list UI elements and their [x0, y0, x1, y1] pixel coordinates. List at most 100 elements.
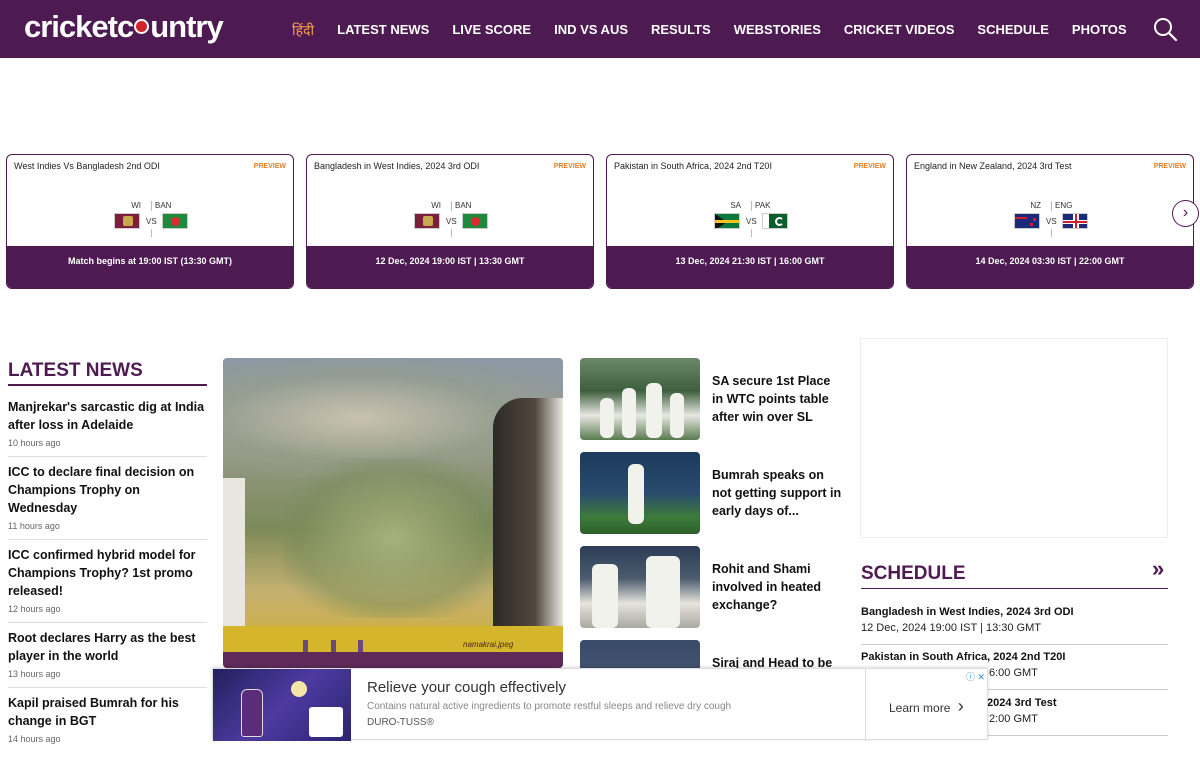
team-home: WI [107, 201, 147, 234]
match-teams: WI VS BAN [7, 201, 293, 237]
sticky-ad-banner[interactable]: Relieve your cough effectively Contains … [212, 668, 988, 741]
logo-text-right: untry [150, 9, 223, 44]
schedule-match-name: Pakistan in South Africa, 2024 2nd T20I [861, 651, 1066, 663]
news-headline[interactable]: ICC confirmed hybrid model for Champions… [8, 546, 207, 600]
schedule-more-icon[interactable]: » [1152, 556, 1164, 582]
nav-photos[interactable]: PHOTOS [1072, 20, 1127, 40]
list-item[interactable]: Root declares Harry as the best player i… [8, 629, 207, 688]
news-headline[interactable]: Rohit and Shami involved in heated excha… [712, 560, 842, 614]
match-card[interactable]: Pakistan in South Africa, 2024 2nd T20I … [606, 154, 894, 289]
list-item[interactable]: Manjrekar's sarcastic dig at India after… [8, 398, 207, 457]
team-away: ENG [1055, 201, 1095, 234]
team-name: BAN [455, 201, 472, 210]
divider [151, 201, 152, 211]
nav-cricket-videos[interactable]: CRICKET VIDEOS [844, 20, 955, 40]
schedule-heading: SCHEDULE [861, 563, 966, 584]
ad-description: Contains natural active ingredients to p… [367, 701, 732, 712]
ad-placeholder [860, 338, 1168, 538]
match-card-footer: 12 Dec, 2024 19:00 IST | 13:30 GMT [307, 246, 593, 288]
schedule-item[interactable]: Bangladesh in West Indies, 2024 3rd ODI … [861, 600, 1168, 645]
team-name: WI [431, 201, 441, 210]
ad-learn-more-button[interactable]: Learn more › [889, 696, 964, 717]
news-timestamp: 11 hours ago [8, 521, 60, 531]
flag-west-indies-icon [414, 213, 440, 229]
news-headline[interactable]: Manjrekar's sarcastic dig at India after… [8, 398, 207, 434]
list-item[interactable]: Siraj and Head to be [580, 640, 842, 668]
divider [451, 229, 452, 237]
schedule-match-name: Bangladesh in West Indies, 2024 3rd ODI [861, 606, 1074, 618]
match-cards-strip: West Indies Vs Bangladesh 2nd ODI PREVIE… [6, 154, 1200, 289]
match-card[interactable]: West Indies Vs Bangladesh 2nd ODI PREVIE… [6, 154, 294, 289]
ad-image[interactable] [213, 669, 351, 741]
ad-info-close-icon[interactable]: ⓘ ✕ [966, 670, 985, 683]
site-header: cricketc untry हिंदी LATEST NEWS LIVE SCO… [0, 0, 1200, 58]
news-thumbnail[interactable] [580, 640, 700, 668]
player-figure [646, 383, 662, 438]
flag-bangladesh-icon [162, 213, 188, 229]
list-item[interactable]: Rohit and Shami involved in heated excha… [580, 546, 842, 628]
preview-badge: PREVIEW [1153, 163, 1186, 170]
hero-player-left [223, 478, 245, 628]
hero-field-blur [283, 458, 503, 618]
nav-results[interactable]: RESULTS [651, 20, 711, 40]
news-headline[interactable]: Kapil praised Bumrah for his change in B… [8, 694, 207, 730]
news-headline[interactable]: Root declares Harry as the best player i… [8, 629, 207, 665]
match-card-footer: Match begins at 19:00 IST (13:30 GMT) [7, 246, 293, 288]
ad-brand: DURO-TUSS® [367, 717, 434, 728]
team-name: ENG [1055, 201, 1073, 210]
list-item[interactable]: SA secure 1st Place in WTC points table … [580, 358, 842, 440]
cards-next-button[interactable]: › [1172, 200, 1199, 227]
nav-live-score[interactable]: LIVE SCORE [452, 20, 531, 40]
match-card[interactable]: Bangladesh in West Indies, 2024 3rd ODI … [306, 154, 594, 289]
team-away: BAN [155, 201, 195, 234]
team-name: WI [131, 201, 141, 210]
hero-image[interactable]: namakrai.jpeg [223, 358, 563, 668]
team-name: BAN [155, 201, 172, 210]
player-figure [592, 564, 618, 628]
chevron-right-icon: › [957, 696, 964, 716]
team-name: SA [730, 201, 741, 210]
team-name: PAK [755, 201, 771, 210]
news-headline[interactable]: SA secure 1st Place in WTC points table … [712, 372, 842, 426]
nav-schedule[interactable]: SCHEDULE [977, 20, 1049, 40]
heading-underline [861, 588, 1168, 589]
news-headline[interactable]: Bumrah speaks on not getting support in … [712, 466, 842, 520]
nav-latest-news[interactable]: LATEST NEWS [337, 20, 429, 40]
player-figure [628, 464, 644, 524]
nav-hindi[interactable]: हिंदी [292, 20, 314, 40]
product-box-icon [309, 707, 343, 737]
logo-text-left: cricketc [24, 9, 134, 44]
list-item[interactable]: Bumrah speaks on not getting support in … [580, 452, 842, 534]
list-item[interactable]: ICC to declare final decision on Champio… [8, 463, 207, 540]
team-home: WI [407, 201, 447, 234]
latest-news-list: Manjrekar's sarcastic dig at India after… [8, 398, 207, 758]
match-teams: NZ VS ENG [907, 201, 1193, 237]
news-thumbnail[interactable] [580, 452, 700, 534]
preview-badge: PREVIEW [853, 163, 886, 170]
news-headline[interactable]: Siraj and Head to be [712, 654, 842, 668]
player-figure [600, 398, 614, 438]
nav-ind-vs-aus[interactable]: IND VS AUS [554, 20, 628, 40]
match-teams: SA VS PAK [607, 201, 893, 237]
moon-icon [291, 681, 307, 697]
list-item[interactable]: ICC confirmed hybrid model for Champions… [8, 546, 207, 623]
preview-badge: PREVIEW [553, 163, 586, 170]
hero-caption-strip [223, 652, 563, 668]
site-logo[interactable]: cricketc untry [24, 8, 224, 46]
divider [751, 229, 752, 237]
flag-south-africa-icon [714, 213, 740, 229]
news-headline[interactable]: ICC to declare final decision on Champio… [8, 463, 207, 517]
list-item[interactable]: Kapil praised Bumrah for his change in B… [8, 694, 207, 752]
news-timestamp: 10 hours ago [8, 438, 61, 448]
team-away: BAN [455, 201, 495, 234]
news-thumbnail[interactable] [580, 546, 700, 628]
ad-cta-label: Learn more [889, 701, 951, 715]
search-icon[interactable] [1152, 16, 1178, 42]
ad-divider [865, 669, 866, 741]
nav-webstories[interactable]: WEBSTORIES [734, 20, 821, 40]
team-home: SA [707, 201, 747, 234]
news-thumbnail[interactable] [580, 358, 700, 440]
ad-headline[interactable]: Relieve your cough effectively [367, 679, 566, 696]
match-card-title: West Indies Vs Bangladesh 2nd ODI [14, 161, 160, 171]
match-card[interactable]: England in New Zealand, 2024 3rd Test PR… [906, 154, 1194, 289]
